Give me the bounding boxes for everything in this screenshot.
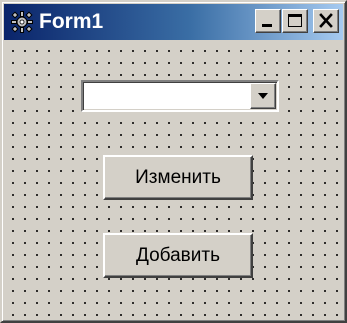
form-window: Form1 Изменить Добавить — [0, 0, 347, 323]
change-button[interactable]: Изменить — [103, 155, 253, 200]
close-icon — [319, 13, 333, 28]
chevron-down-icon — [258, 93, 268, 99]
window-title: Form1 — [39, 10, 104, 33]
maximize-icon — [288, 14, 302, 27]
app-icon[interactable] — [10, 10, 34, 34]
combo-box[interactable] — [81, 80, 279, 112]
minimize-button[interactable] — [255, 9, 281, 33]
form-design-surface[interactable]: Изменить Добавить — [4, 40, 343, 319]
combo-dropdown-button[interactable] — [250, 83, 276, 109]
title-bar[interactable]: Form1 — [4, 4, 343, 40]
minimize-icon — [262, 24, 272, 27]
add-button[interactable]: Добавить — [103, 233, 253, 278]
close-button[interactable] — [313, 9, 339, 33]
maximize-button[interactable] — [282, 9, 308, 33]
